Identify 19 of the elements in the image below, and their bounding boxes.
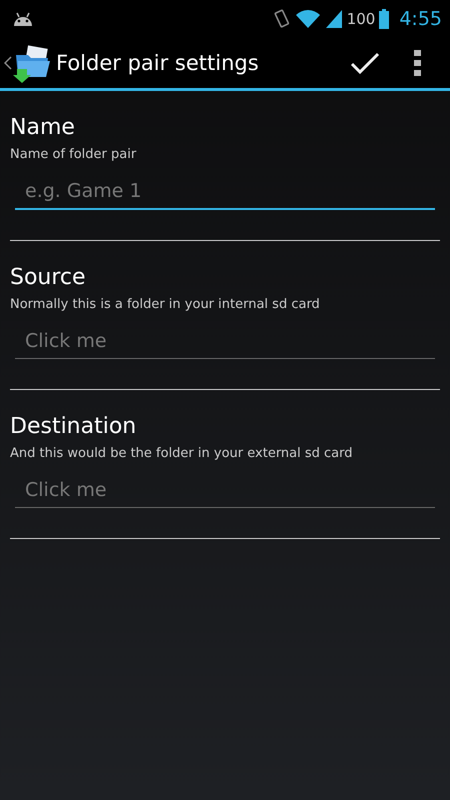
battery-level: 100 [346, 10, 376, 28]
back-caret-icon[interactable] [4, 56, 12, 70]
input-field[interactable]: Click me [15, 324, 435, 359]
section-title: Destination [10, 413, 138, 441]
section-description: Normally this is a folder in your internal sd card [10, 297, 321, 312]
section-title: Source [10, 264, 87, 292]
section-description: Name of folder pair [10, 147, 138, 162]
clock: 4:55 [399, 8, 442, 30]
wifi-icon [294, 9, 321, 29]
folder-app-icon[interactable] [12, 43, 52, 83]
vibrate-icon [272, 8, 291, 30]
signal-icon [324, 9, 343, 29]
section-description: And this would be the folder in your external sd card [10, 446, 354, 461]
screen-title: Folder pair settings [56, 51, 259, 75]
section-title: Name [10, 114, 76, 142]
android-icon [12, 11, 34, 27]
input-field[interactable]: e.g. Game 1 [15, 174, 435, 210]
input-field[interactable]: Click me [15, 473, 435, 508]
battery-icon [379, 9, 390, 29]
